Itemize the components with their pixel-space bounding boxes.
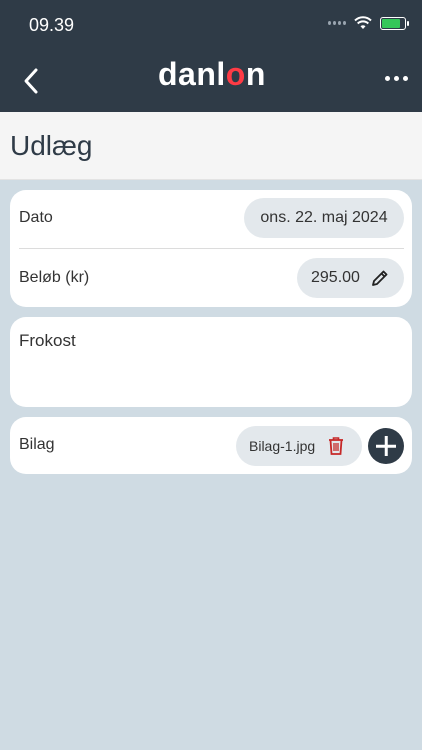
page-title: Udlæg xyxy=(10,130,93,161)
attachment-chip[interactable]: Bilag-1.jpg xyxy=(236,426,362,466)
date-value: ons. 22. maj 2024 xyxy=(260,209,388,226)
attachments-label: Bilag xyxy=(19,436,55,453)
date-label: Dato xyxy=(19,209,53,226)
attachment-name: Bilag-1.jpg xyxy=(249,438,316,454)
note-text: Frokost xyxy=(19,331,76,350)
back-icon[interactable] xyxy=(20,66,44,96)
more-icon[interactable] xyxy=(385,76,408,81)
expense-details-card: Dato ons. 22. maj 2024 Beløb (kr) 295.00 xyxy=(10,190,412,307)
signal-icon xyxy=(328,21,346,25)
amount-edit-button[interactable]: 295.00 xyxy=(297,258,404,298)
date-picker-button[interactable]: ons. 22. maj 2024 xyxy=(244,198,404,238)
add-attachment-button[interactable] xyxy=(368,428,404,464)
page-header: Udlæg xyxy=(0,112,422,180)
attachments-card: Bilag Bilag-1.jpg xyxy=(10,417,412,474)
trash-icon[interactable] xyxy=(327,436,345,456)
wifi-icon xyxy=(354,16,372,29)
status-icons xyxy=(328,16,409,30)
amount-value: 295.00 xyxy=(311,269,360,286)
top-bar: 09.39 danlon xyxy=(0,0,422,112)
app-logo: danlon xyxy=(158,56,266,92)
pencil-icon xyxy=(372,270,388,286)
divider xyxy=(19,248,404,249)
status-time: 09.39 xyxy=(29,15,75,35)
amount-label: Beløb (kr) xyxy=(19,269,90,286)
battery-icon xyxy=(380,16,409,30)
note-field[interactable]: Frokost xyxy=(10,317,412,407)
